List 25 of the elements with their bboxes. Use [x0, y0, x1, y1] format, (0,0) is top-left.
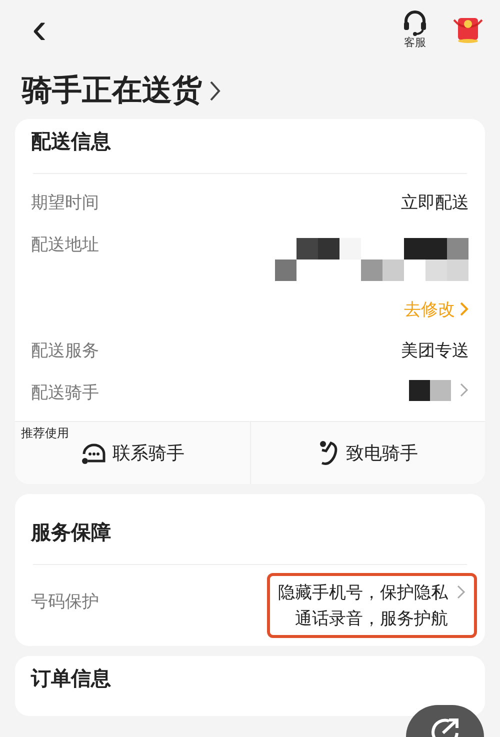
recommend-tag: 推荐使用	[21, 424, 69, 442]
chevron-right-icon	[459, 301, 469, 318]
call-rider-button[interactable]: 致电骑手	[250, 422, 485, 484]
field-value: 立即配送	[401, 192, 469, 214]
field-label: 号码保护	[31, 591, 99, 613]
chevron-right-icon	[208, 78, 222, 102]
headset-icon	[402, 8, 428, 37]
section-title: 配送信息	[30, 130, 112, 155]
section-title: 服务保障	[30, 520, 112, 546]
field-label: 配送服务	[31, 340, 99, 362]
field-label: 配送地址	[31, 234, 99, 256]
field-label: 配送骑手	[31, 382, 99, 404]
back-button[interactable]: ‹	[24, 7, 55, 51]
field-label: 期望时间	[31, 192, 99, 214]
field-value: 美团专送	[401, 340, 469, 362]
chevron-right-icon	[459, 382, 469, 398]
chat-icon	[80, 441, 106, 465]
field-value: 隐藏手机号，保护隐私	[278, 582, 448, 604]
section-title: 订单信息	[30, 667, 112, 692]
customer-service-button[interactable]: 客服	[402, 8, 428, 50]
chevron-right-icon	[456, 584, 466, 600]
number-protection-link[interactable]: 隐藏手机号，保护隐私 通话录音，服务护航	[267, 573, 477, 638]
field-value: 通话录音，服务护航	[294, 608, 448, 630]
phone-icon	[318, 440, 340, 466]
order-status-link[interactable]: 骑手正在送货	[0, 58, 244, 119]
